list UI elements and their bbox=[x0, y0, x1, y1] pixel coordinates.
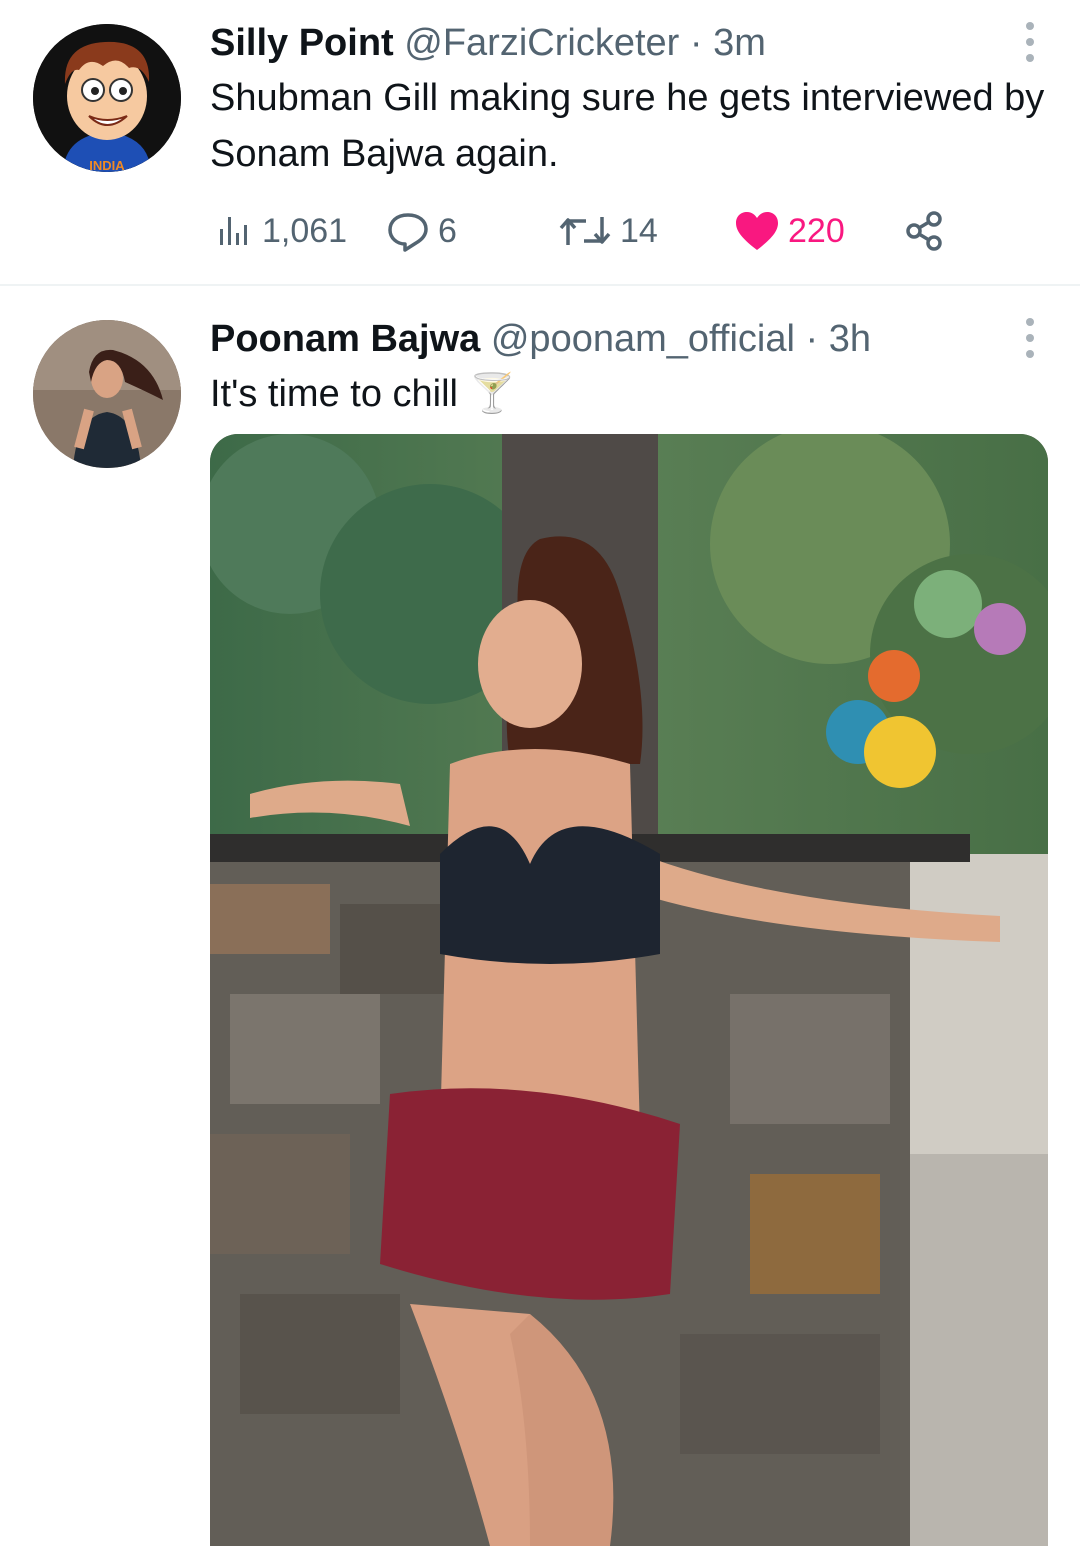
tweet-photo[interactable] bbox=[210, 434, 1048, 1546]
retweet-icon bbox=[559, 217, 611, 245]
retweet-button[interactable]: 14 bbox=[558, 206, 658, 256]
share-icon bbox=[906, 211, 942, 251]
separator: · bbox=[689, 22, 703, 64]
cartoon-avatar-icon: INDIA bbox=[33, 24, 181, 172]
svg-text:INDIA: INDIA bbox=[89, 158, 125, 172]
profile-photo bbox=[33, 320, 181, 468]
avatar[interactable] bbox=[33, 320, 181, 468]
tweet-actions: 1,061 6 14 220 bbox=[214, 206, 974, 256]
like-button[interactable]: 220 bbox=[734, 206, 845, 256]
views-icon bbox=[220, 217, 247, 245]
reply-button[interactable]: 6 bbox=[386, 206, 457, 256]
tweet[interactable]: Poonam Bajwa @poonam_official · 3h It's … bbox=[0, 288, 1080, 1546]
reply-icon bbox=[388, 213, 428, 252]
avatar[interactable]: INDIA bbox=[33, 24, 181, 172]
tweet-text: Shubman Gill making sure he gets intervi… bbox=[210, 77, 1045, 175]
tweet-header: Silly Point @FarziCricketer · 3m bbox=[210, 20, 990, 66]
share-button[interactable] bbox=[904, 206, 946, 256]
display-name[interactable]: Silly Point bbox=[210, 22, 394, 64]
tweet-text: It's time to chill 🍸 bbox=[210, 373, 516, 415]
views-count: 1,061 bbox=[262, 211, 348, 250]
views-button[interactable]: 1,061 bbox=[214, 206, 347, 256]
photo-woman-by-stone-wall bbox=[210, 434, 1048, 1546]
reply-count: 6 bbox=[438, 211, 457, 250]
user-handle[interactable]: @poonam_official bbox=[491, 318, 795, 360]
display-name[interactable]: Poonam Bajwa bbox=[210, 318, 480, 360]
timestamp[interactable]: 3h bbox=[829, 318, 871, 360]
user-handle[interactable]: @FarziCricketer bbox=[404, 22, 679, 64]
tweet[interactable]: INDIA Silly Point @FarziCricketer · 3m S… bbox=[0, 0, 1080, 286]
more-options-icon[interactable] bbox=[1024, 22, 1036, 62]
tweet-header: Poonam Bajwa @poonam_official · 3h bbox=[210, 316, 990, 362]
like-count: 220 bbox=[788, 211, 845, 250]
heart-icon bbox=[736, 212, 778, 250]
timestamp[interactable]: 3m bbox=[713, 22, 766, 64]
retweet-count: 14 bbox=[620, 211, 658, 250]
separator: · bbox=[805, 318, 819, 360]
more-options-icon[interactable] bbox=[1024, 318, 1036, 358]
